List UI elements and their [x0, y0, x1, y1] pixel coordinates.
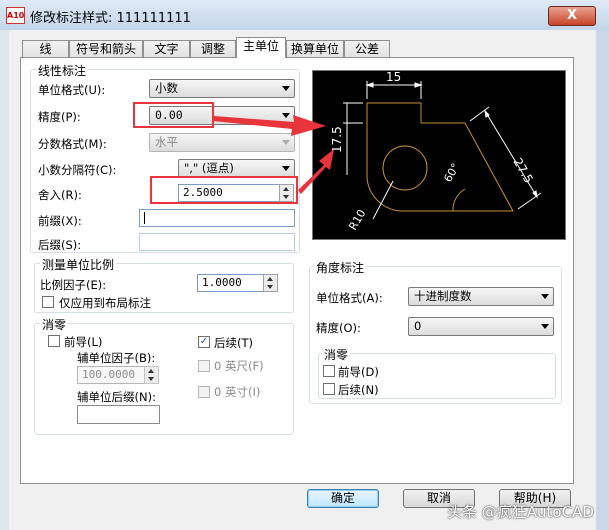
- arrow-precision-icon: [213, 115, 326, 136]
- tab-primary-units[interactable]: 主单位: [236, 37, 286, 58]
- watermark-text: 头条 @疯狂AutoCAD: [447, 503, 594, 521]
- annotation-arrows: [213, 115, 334, 194]
- arrow-roundoff-icon: [298, 149, 334, 194]
